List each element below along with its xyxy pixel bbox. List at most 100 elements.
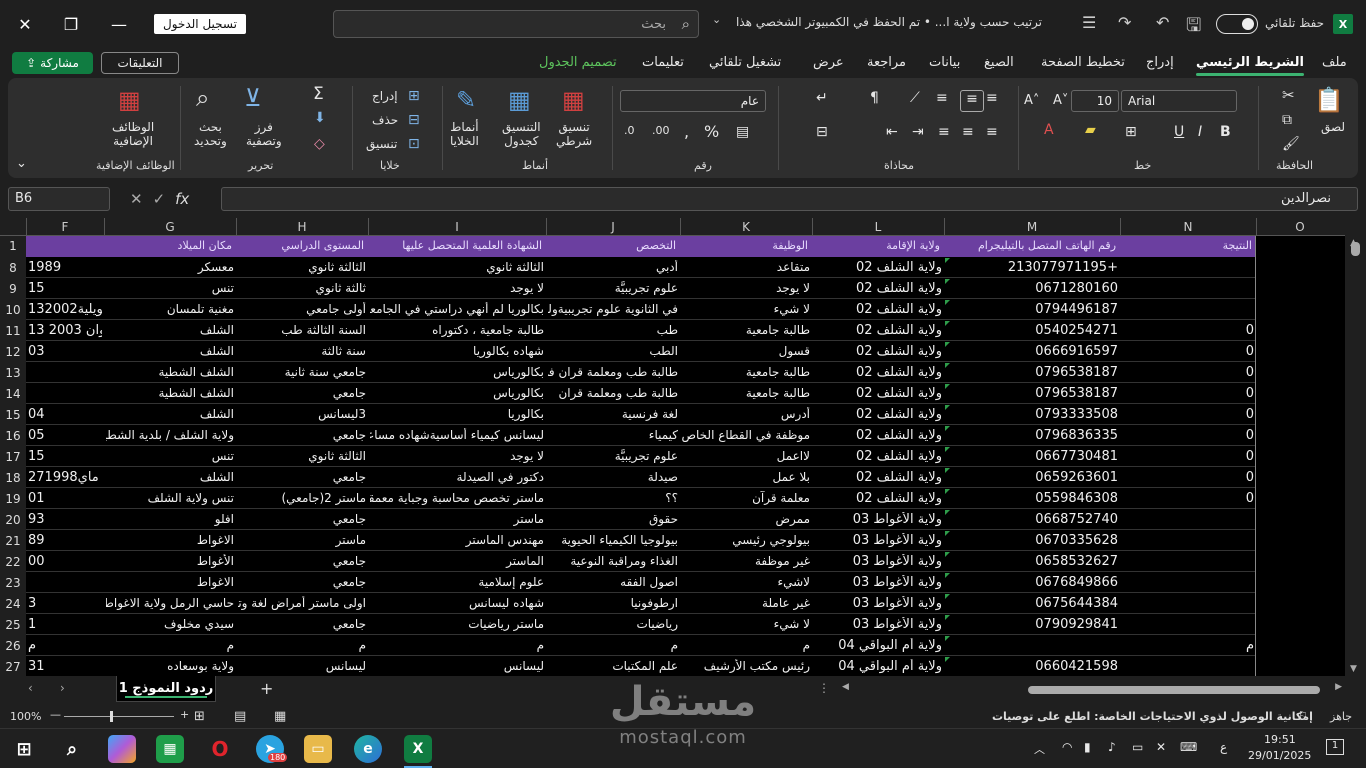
decrease-decimal-icon[interactable]: .0: [624, 124, 635, 137]
language-indicator[interactable]: ع: [1220, 740, 1227, 754]
table-cell[interactable]: سيدي مخلوف: [106, 617, 234, 631]
table-cell[interactable]: سنة ثالثة: [238, 344, 366, 358]
table-cell[interactable]: 0668752740: [946, 512, 1118, 527]
table-cell[interactable]: ولاية أم البواقي 04: [814, 659, 942, 674]
table-cell[interactable]: 04: [28, 407, 102, 422]
row-header[interactable]: 8: [0, 261, 26, 275]
sheet-tab-form-responses[interactable]: ردود النموذج 1: [116, 676, 216, 702]
column-header-h[interactable]: H: [236, 220, 368, 234]
table-cell[interactable]: اولى ماستر أمراض لغة وتواصل: [238, 596, 366, 610]
table-cell[interactable]: م: [1122, 638, 1254, 653]
column-header-o[interactable]: O: [1256, 220, 1344, 234]
table-cell[interactable]: بكالوريا لم أنهي دراستي في الجامعة: [370, 302, 544, 316]
table-cell[interactable]: ماستر: [370, 512, 544, 526]
table-cell[interactable]: طالبة طب ومعلمة قران: [548, 386, 678, 400]
addins-label[interactable]: الوظائف الإضافية: [112, 120, 154, 148]
notification-icon[interactable]: 1: [1326, 739, 1344, 755]
table-cell[interactable]: ولاية بوسعاده: [106, 659, 234, 673]
table-cell[interactable]: اصول الفقه: [548, 575, 678, 589]
prev-sheet-icon[interactable]: ‹: [28, 681, 33, 695]
table-cell[interactable]: 13 جوان 2003: [28, 323, 102, 338]
table-cell[interactable]: ولاية الأغواط 03: [814, 554, 942, 569]
table-cell[interactable]: ولاية الشلف 02: [814, 260, 942, 275]
collapse-ribbon-icon[interactable]: ⌄: [16, 156, 27, 171]
windows-start-icon[interactable]: ⊞: [10, 735, 38, 763]
table-cell[interactable]: ليسانس كيمياء أساسيةشهاده مساعد صيدلي: [370, 428, 544, 442]
table-cell[interactable]: 3: [28, 596, 102, 611]
table-cell[interactable]: 0796538187: [946, 386, 1118, 401]
table-cell[interactable]: ولاية الأغواط 03: [814, 512, 942, 527]
table-cell[interactable]: طالبة جامعية ، دكتوراه: [370, 323, 544, 337]
table-cell[interactable]: شهاده ليسانس: [370, 596, 544, 610]
battery-icon[interactable]: ▮: [1084, 740, 1091, 754]
row-header[interactable]: 14: [0, 387, 26, 401]
align-right-icon[interactable]: ≡: [986, 124, 998, 140]
table-cell[interactable]: 0: [1122, 491, 1254, 506]
table-cell[interactable]: 0: [1122, 365, 1254, 380]
delete-cells-label[interactable]: حذف: [372, 113, 398, 127]
table-cell[interactable]: مغنية تلمسان: [106, 302, 234, 316]
table-cell[interactable]: 0790929841: [946, 617, 1118, 632]
table-cell[interactable]: علم المكتبات: [548, 659, 678, 673]
column-header-f[interactable]: F: [26, 220, 104, 234]
table-cell[interactable]: ولاية الشلف 02: [814, 407, 942, 422]
table-cell[interactable]: ليسانس: [370, 659, 544, 673]
table-cell[interactable]: لا شيء: [682, 617, 810, 631]
add-sheet-icon[interactable]: +: [260, 679, 273, 698]
table-cell[interactable]: علوم تجريبيَّة: [548, 281, 678, 295]
table-cell[interactable]: 0794496187: [946, 302, 1118, 317]
horizontal-scrollbar[interactable]: ◀ ▶: [842, 682, 1342, 696]
table-cell[interactable]: م: [548, 638, 678, 652]
table-cell[interactable]: ولاية الأغواط 03: [814, 575, 942, 590]
column-header-g[interactable]: G: [104, 220, 236, 234]
align-center-icon[interactable]: ≡: [962, 124, 974, 140]
header-cell-h[interactable]: المستوى الدراسي: [238, 239, 364, 252]
table-cell[interactable]: جامعي: [238, 470, 366, 484]
table-cell[interactable]: +213077971195: [946, 260, 1118, 275]
comments-button[interactable]: التعليقات: [101, 52, 179, 74]
table-cell[interactable]: 15: [28, 281, 102, 296]
tray-chevron-icon[interactable]: ︿: [1034, 741, 1045, 757]
accessibility-status[interactable]: إمكانية الوصول لذوي الاحتياجات الخاصة: ا…: [992, 710, 1313, 723]
tab-home[interactable]: الشريط الرئيسي: [1196, 55, 1304, 76]
format-as-table-icon[interactable]: ▦: [508, 86, 531, 114]
align-left-icon[interactable]: ≡: [938, 124, 950, 140]
tab-file[interactable]: ملف: [1322, 55, 1347, 70]
copilot-icon[interactable]: [108, 735, 136, 763]
row-header[interactable]: 17: [0, 450, 26, 464]
table-cell[interactable]: 1: [28, 617, 102, 632]
sound-icon[interactable]: ♪: [1108, 740, 1116, 754]
table-cell[interactable]: ماستر رياضيات: [370, 617, 544, 631]
addins-icon[interactable]: ▦: [118, 86, 141, 114]
row-header[interactable]: 1: [0, 239, 26, 253]
clock-date[interactable]: 29/01/2025: [1248, 749, 1311, 762]
comma-style-icon[interactable]: ,: [684, 122, 689, 141]
table-cell[interactable]: ماستر تخصص محاسبة وجباية معمقة: [370, 491, 544, 505]
scroll-thumb[interactable]: [1351, 242, 1360, 256]
autosum-icon[interactable]: Σ: [313, 84, 324, 104]
table-cell[interactable]: أولى جامعي: [238, 302, 366, 316]
table-cell[interactable]: 0559846308: [946, 491, 1118, 506]
table-cell[interactable]: علوم إسلامية: [370, 575, 544, 589]
format-cells-icon[interactable]: ⊡: [408, 136, 420, 152]
table-cell[interactable]: 0796538187: [946, 365, 1118, 380]
header-cell-i[interactable]: الشهادة العلمية المتحصل عليها: [370, 239, 542, 252]
table-cell[interactable]: م: [106, 638, 234, 652]
app-icon[interactable]: ▦: [156, 735, 184, 763]
table-cell[interactable]: الثالثة ثانوي: [238, 260, 366, 274]
fill-color-icon[interactable]: ▰: [1085, 122, 1096, 138]
table-cell[interactable]: ممرض: [682, 512, 811, 526]
enter-icon[interactable]: ✓: [153, 190, 166, 208]
table-cell[interactable]: الماستر: [370, 554, 544, 568]
table-cell[interactable]: رئيس مكتب الأرشيف: [682, 659, 810, 673]
table-cell[interactable]: بيولوجيا الكيمياء الحيوية: [548, 533, 678, 547]
table-cell[interactable]: قسول: [682, 344, 810, 358]
table-cell[interactable]: 0670335628: [946, 533, 1118, 548]
clock-time[interactable]: 19:51: [1264, 733, 1296, 746]
row-header[interactable]: 22: [0, 555, 26, 569]
conditional-formatting-label[interactable]: تنسيق شرطي: [556, 120, 592, 148]
table-cell[interactable]: تنس ولاية الشلف: [106, 491, 234, 505]
tab-data[interactable]: بيانات: [929, 55, 960, 70]
table-cell[interactable]: 0793333508: [946, 407, 1118, 422]
table-cell[interactable]: بكالورياس: [370, 386, 544, 400]
